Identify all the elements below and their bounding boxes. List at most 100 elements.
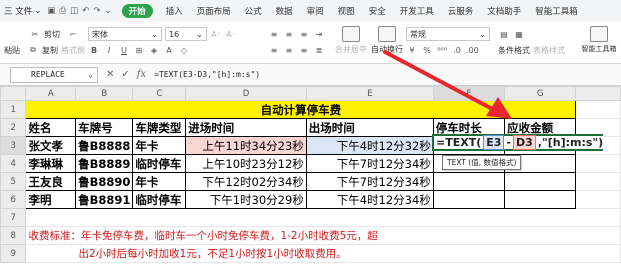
align-middle-icon[interactable]: ≡ [283, 30, 295, 39]
cell[interactable]: 临时停车 [132, 190, 187, 209]
percent-icon[interactable]: % [421, 46, 433, 55]
copy-icon[interactable]: ⧉ [27, 45, 39, 55]
column-header-b[interactable]: B [75, 86, 134, 101]
wrap-text-button[interactable]: 自动换行 [371, 44, 403, 55]
redo-icon[interactable]: ↷ [93, 6, 100, 16]
save-icon[interactable]: ▣ [47, 6, 55, 16]
tab-view[interactable]: 视图 [331, 5, 362, 17]
align-bottom-icon[interactable]: ≡ [298, 30, 310, 39]
cell[interactable]: 鲁B8891 [75, 190, 134, 209]
cell[interactable] [504, 172, 577, 191]
smart-toolbox-button[interactable]: 智能工具箱 [582, 44, 617, 54]
indent-icon[interactable]: ⇥ [313, 30, 325, 39]
cell[interactable]: 鲁B8888 [75, 136, 134, 155]
tab-security[interactable]: 安全 [362, 5, 393, 17]
cell-entry-time[interactable]: 下午12时02分34秒 [185, 172, 307, 191]
decrease-decimal-icon[interactable]: .00 [466, 46, 479, 55]
number-format-select[interactable]: 常规 ⌄ [406, 27, 490, 41]
italic-icon[interactable]: I [103, 46, 115, 55]
column-header-h[interactable] [575, 86, 621, 101]
row-header[interactable]: 3 [0, 136, 27, 155]
row-header[interactable]: 8 [0, 226, 27, 245]
fee-note-line1[interactable]: 收费标准：年卡免停车费，临时车一个小时免停车费，1-2小时收费5元，超 [25, 226, 621, 245]
column-header-a[interactable]: A [25, 86, 77, 101]
tab-data[interactable]: 数据 [269, 5, 300, 17]
thousands-icon[interactable]: ⁰⁰⁰ [436, 46, 448, 55]
merge-icon[interactable] [342, 26, 360, 42]
header-cell-exit-time[interactable]: 出场时间 [305, 118, 434, 137]
format-painter-button[interactable]: 格式刷 [61, 45, 85, 56]
cell[interactable] [575, 172, 621, 191]
row-header[interactable]: 5 [0, 172, 27, 191]
eraser-icon[interactable]: ◇ [178, 46, 190, 55]
header-cell-entry-time[interactable]: 进场时间 [185, 118, 307, 137]
align-top-icon[interactable]: ≡ [268, 30, 280, 39]
cell-exit-time[interactable]: 下午4时12分32秒 [305, 136, 434, 155]
column-header-f[interactable]: F [432, 86, 506, 101]
cell[interactable] [432, 190, 506, 209]
name-box[interactable]: REPLACE ⌄ [10, 66, 98, 83]
cell-exit-time[interactable]: 下午4时12分34秒 [305, 190, 434, 209]
row-header[interactable]: 6 [0, 190, 27, 209]
cancel-icon[interactable]: ✕ [106, 69, 114, 80]
merge-center-button[interactable]: 合并居中 [335, 44, 367, 55]
cut-button[interactable]: 剪切 [44, 29, 60, 40]
formula-input[interactable]: =TEXT(E3-D3,"[h]:m:s") [154, 70, 260, 79]
row-header[interactable]: 7 [0, 208, 27, 227]
align-center-icon[interactable]: ≡ [283, 46, 295, 55]
confirm-icon[interactable]: ✓ [121, 69, 129, 80]
column-header-g[interactable]: G [504, 86, 577, 101]
tab-insert[interactable]: 插入 [159, 5, 190, 17]
cell[interactable]: 年卡 [132, 136, 187, 155]
cell[interactable]: 张文孝 [25, 136, 77, 155]
undo-icon[interactable]: ↶ [82, 6, 89, 16]
paste-button[interactable]: 粘贴 [4, 45, 20, 56]
table-style-icon[interactable]: ▦ [513, 30, 525, 39]
cell[interactable]: 王友良 [25, 172, 77, 191]
cell[interactable] [575, 100, 621, 119]
preview-icon[interactable]: ◫ [70, 6, 78, 16]
cell[interactable] [575, 154, 621, 173]
tab-formulas[interactable]: 公式 [238, 5, 269, 17]
header-cell-name[interactable]: 姓名 [25, 118, 77, 137]
font-grow-icon[interactable]: A⁺ [210, 30, 222, 39]
cell-formula-editor[interactable]: =TEXT( E3 - D3 ,"[h]:m:s") [432, 134, 604, 151]
increase-decimal-icon[interactable]: .0 [451, 46, 463, 55]
cond-format-button[interactable]: 条件格式 [498, 45, 530, 56]
cell-entry-time[interactable]: 上午10时23分12秒 [185, 154, 307, 173]
tab-start[interactable]: 开始 [121, 4, 153, 18]
function-icon[interactable]: fx [137, 69, 146, 80]
align-right-icon[interactable]: ≡ [298, 46, 310, 55]
tab-page-layout[interactable]: 页面布局 [190, 5, 238, 17]
wrap-icon[interactable] [378, 26, 396, 42]
copy-button[interactable]: 复制 [42, 45, 58, 56]
fee-note-line2[interactable]: 出2小时后每小时加收1元，不足1小时按1小时收取费用。 [25, 244, 621, 263]
cell[interactable] [504, 190, 577, 209]
empty-row[interactable] [25, 208, 621, 227]
header-cell-plate-type[interactable]: 车牌类型 [132, 118, 187, 137]
table-style-button[interactable]: 表格样式 [533, 45, 565, 56]
cell[interactable]: 鲁B8889 [75, 154, 134, 173]
cell[interactable]: 李琳琳 [25, 154, 77, 173]
row-header[interactable]: 2 [0, 118, 27, 137]
fill-color-icon[interactable]: ◈ [148, 46, 160, 55]
font-color-icon[interactable]: A [163, 46, 175, 55]
cell-entry-time[interactable]: 下午1时30分29秒 [185, 190, 307, 209]
justify-icon[interactable]: ≣ [313, 46, 325, 55]
print-icon[interactable]: ⎙ [59, 6, 66, 16]
currency-icon[interactable]: ¥ [406, 46, 418, 55]
tab-developer[interactable]: 开发工具 [393, 5, 441, 17]
cond-format-icon[interactable]: ▤ [498, 30, 510, 39]
chevron-down-icon[interactable]: ⌄ [104, 6, 111, 16]
sheet-title-cell[interactable]: 自动计算停车费 [25, 100, 577, 119]
scissors-icon[interactable]: ✂ [29, 30, 41, 39]
cell-exit-time[interactable]: 下午7时12分34秒 [305, 172, 434, 191]
tab-smart-toolbox[interactable]: 智能工具箱 [528, 5, 585, 17]
column-header-c[interactable]: C [132, 86, 187, 101]
cell-exit-time[interactable]: 下午7时12分34秒 [305, 154, 434, 173]
cell[interactable] [575, 190, 621, 209]
tab-doc-assistant[interactable]: 文档助手 [480, 5, 528, 17]
font-name-select[interactable]: 宋体 ⌄ [88, 27, 162, 41]
cell[interactable]: 鲁B8890 [75, 172, 134, 191]
header-cell-plate[interactable]: 车牌号 [75, 118, 134, 137]
